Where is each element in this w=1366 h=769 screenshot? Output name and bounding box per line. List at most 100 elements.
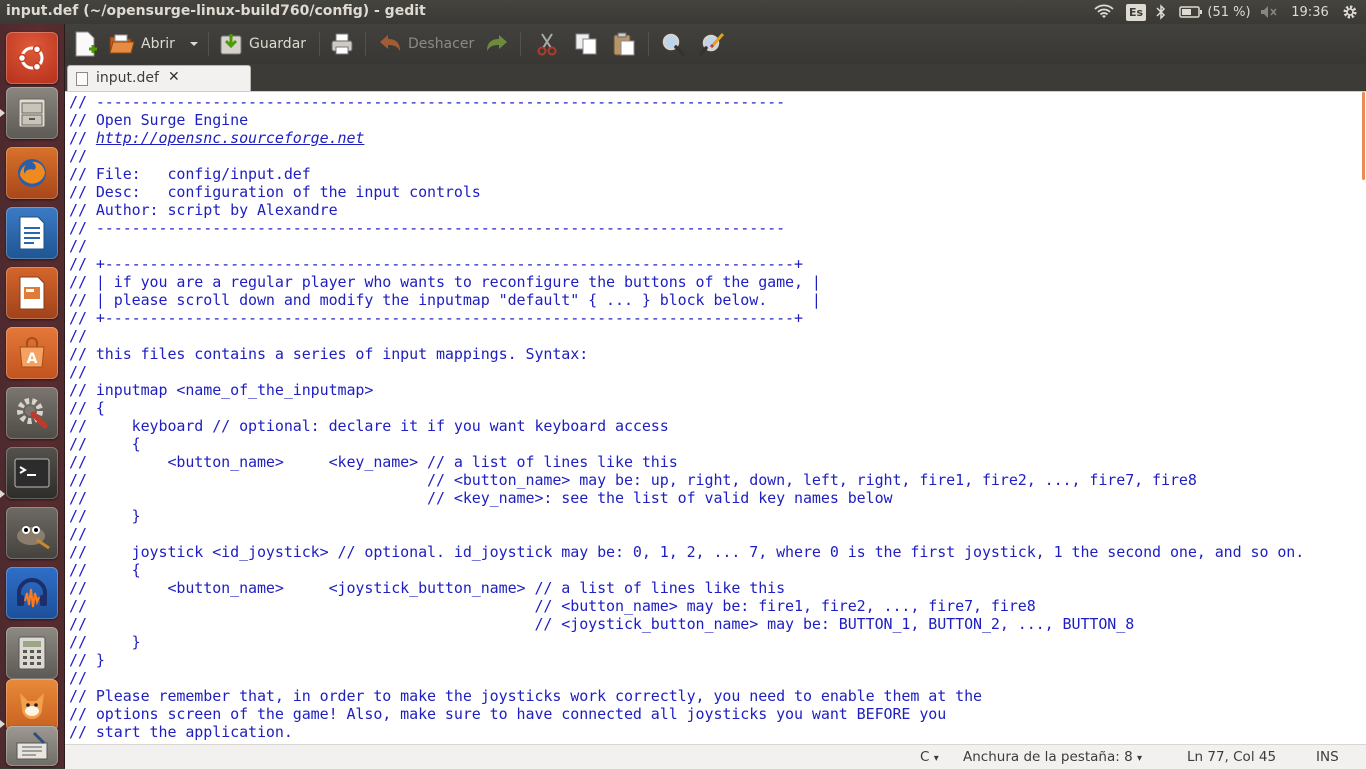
fox-character-icon [20,693,44,719]
code-line: // <button_name> <key_name> // a list of… [69,453,678,471]
tab-width-selector[interactable]: Anchura de la pestaña: 8 ▾ [963,749,1142,765]
launcher-firefox[interactable] [6,147,58,199]
new-document-button[interactable] [73,30,97,58]
file-cabinet-icon [18,98,46,128]
chevron-down-icon: ▾ [933,753,939,764]
code-line: // +------------------------------------… [69,255,803,273]
code-line: // } [69,633,141,651]
tab-input-def[interactable]: input.def ✕ [67,65,251,91]
launcher-opensurge[interactable] [6,679,58,731]
settings-wrench-icon [17,398,48,429]
copy-button[interactable] [574,30,598,58]
insert-mode: INS [1316,749,1339,765]
save-button[interactable]: Guardar [219,30,306,58]
launcher-writer[interactable] [6,207,58,259]
code-line: // [69,327,87,345]
launcher-audacity[interactable] [6,567,58,619]
language-selector[interactable]: C ▾ [920,749,939,765]
code-line: // Open Surge Engine [69,111,249,129]
code-line: // inputmap <name_of_the_inputmap> [69,381,374,399]
launcher-impress[interactable] [6,267,58,319]
statusbar: C ▾ Anchura de la pestaña: 8 ▾ Ln 77, Co… [65,744,1366,769]
scrollbar-thumb[interactable] [1362,92,1365,180]
scissors-icon [537,33,557,56]
code-line: // Desc: configuration of the input cont… [69,183,481,201]
battery-percentage: (51 %) [1207,4,1251,20]
svg-text:A: A [27,351,38,367]
toolbar-separator [208,32,209,56]
new-document-icon [75,31,97,57]
code-view[interactable]: // -------------------------------------… [69,93,1304,741]
code-line: // } [69,651,105,669]
code-line: // // <button_name> may be: up, right, d… [69,471,1197,489]
audacity-headphones-icon [17,578,47,608]
code-line: // } [69,507,141,525]
terminal-icon [14,458,50,488]
code-line: // joystick <id_joystick> // optional. i… [69,543,1305,561]
ubuntu-dash-button[interactable] [6,32,58,84]
launcher-system-settings[interactable] [6,387,58,439]
launcher-files[interactable] [6,87,58,139]
toolbar-separator [520,32,521,56]
redo-arrow-icon [487,35,507,51]
launcher-software-center[interactable]: A [6,327,58,379]
find-replace-button[interactable] [699,30,725,58]
code-line: // -------------------------------------… [69,93,786,111]
redo-button[interactable] [485,30,509,58]
code-line: // { [69,561,141,579]
battery-icon[interactable] [1177,0,1205,24]
chevron-down-icon [190,42,198,46]
code-line: // start the application. [69,723,293,741]
launcher-gedit[interactable] [6,726,58,766]
ubuntu-logo-icon [17,45,44,71]
cut-button[interactable] [536,30,558,58]
code-line: // [69,363,87,381]
code-line: // [69,237,87,255]
code-line: // // <key_name>: see the list of valid … [69,489,893,507]
wifi-icon[interactable] [1092,0,1116,24]
code-line: // this files contains a series of input… [69,345,589,363]
code-line: // options screen of the game! Also, mak… [69,705,947,723]
writer-document-icon [19,216,45,250]
launcher-calculator[interactable] [6,627,58,679]
open-folder-icon [109,34,135,54]
open-button[interactable]: Abrir [109,30,175,58]
toolbar-separator [319,32,320,56]
find-button[interactable] [661,30,685,58]
running-indicator [0,720,5,728]
impress-presentation-icon [19,276,45,310]
launcher-terminal[interactable] [6,447,58,499]
code-line: // [69,147,87,165]
code-line: // Author: script by Alexandre [69,201,338,219]
code-link[interactable]: http://opensnc.sourceforge.net [96,129,365,147]
code-line: // -------------------------------------… [69,219,786,237]
undo-arrow-icon [380,35,400,51]
code-line: // keyboard // optional: declare it if y… [69,417,669,435]
code-line: // Please remember that, in order to mak… [69,687,982,705]
code-line: // [69,669,87,687]
code-line: // <button_name> <joystick_button_name> … [69,579,786,597]
top-panel: input.def (~/opensurge-linux-build760/co… [0,0,1366,24]
paste-button[interactable] [612,30,636,58]
volume-muted-icon[interactable] [1258,0,1280,24]
document-tabs: input.def ✕ [65,64,1366,91]
toolbar-separator [648,32,649,56]
code-line: // // <button_name> may be: fire1, fire2… [69,597,1036,615]
launcher-gimp[interactable] [6,507,58,559]
calculator-icon [18,636,46,670]
close-tab-button[interactable]: ✕ [168,69,180,85]
keyboard-layout-indicator[interactable]: Es [1125,0,1147,24]
gear-icon[interactable] [1340,0,1360,24]
running-indicator [0,490,5,498]
undo-button[interactable]: Deshacer [378,30,474,58]
bluetooth-icon[interactable] [1153,0,1169,24]
chevron-down-icon: ▾ [1136,753,1142,764]
recent-files-dropdown[interactable] [189,30,199,58]
print-button[interactable] [330,30,354,58]
search-replace-icon [699,32,725,56]
text-editor[interactable]: // -------------------------------------… [65,91,1366,745]
undo-button-label: Deshacer [408,36,475,52]
launcher: A [0,24,65,768]
clock[interactable]: 19:36 [1288,0,1332,24]
running-indicator [0,109,5,117]
